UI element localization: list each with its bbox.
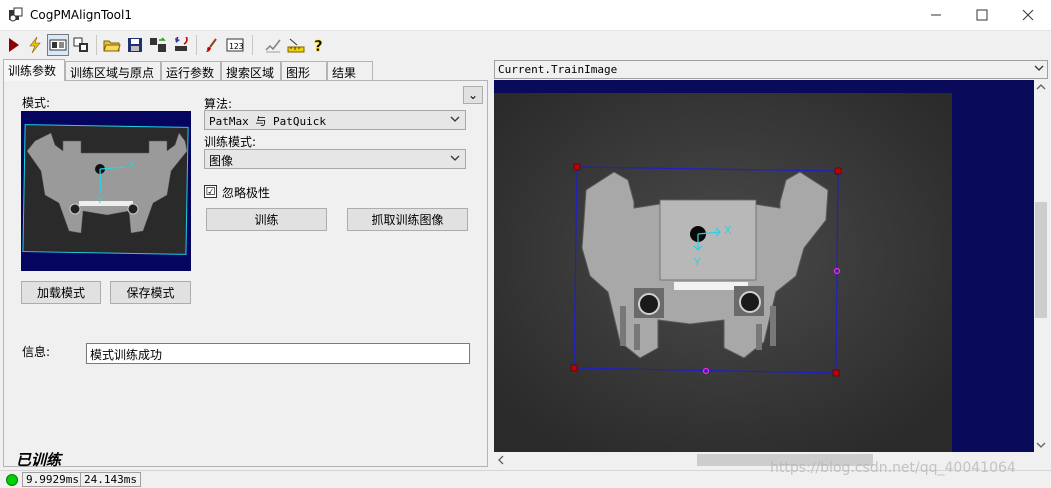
live-display-button[interactable] <box>70 34 92 56</box>
svg-text:?: ? <box>314 37 323 53</box>
chevron-down-icon <box>1036 442 1046 448</box>
region-handle[interactable] <box>570 364 578 372</box>
run-button[interactable] <box>2 34 24 56</box>
grab-train-image-button[interactable]: 抓取训练图像 <box>347 208 468 231</box>
save-button[interactable] <box>124 34 146 56</box>
tab-run-params[interactable]: 运行参数 <box>161 61 221 81</box>
chevron-down-icon <box>450 155 460 161</box>
image-source-value: Current.TrainImage <box>498 63 618 76</box>
chevron-up-icon <box>1036 84 1046 90</box>
watermark: https://blog.csdn.net/qq_40041064 <box>770 460 1016 476</box>
status-ok-icon <box>6 474 18 486</box>
region-handle[interactable] <box>834 167 842 175</box>
total-time: 24.143ms <box>80 472 141 487</box>
numeric-icon: 123 <box>226 38 244 52</box>
vertical-scrollbar[interactable] <box>1034 80 1048 452</box>
region-handle[interactable] <box>832 369 840 377</box>
ruler-icon <box>287 38 305 53</box>
toolbar: 123 ? <box>0 31 1051 58</box>
app-icon <box>9 7 23 22</box>
electric-run-button[interactable] <box>24 34 46 56</box>
image-source-select[interactable]: Current.TrainImage <box>494 60 1048 79</box>
tab-results[interactable]: 结果 <box>327 61 373 81</box>
vertical-scroll-thumb[interactable] <box>1035 202 1047 318</box>
ignore-polarity-label: 忽略极性 <box>222 186 271 200</box>
train-mode-value: 图像 <box>209 154 234 168</box>
electric-run-icon <box>29 37 41 53</box>
pattern-thumbnail: X Y <box>21 111 191 271</box>
maximize-button[interactable] <box>959 0 1005 30</box>
last-run-time: 9.9929ms <box>22 472 83 487</box>
info-field[interactable]: 模式训练成功 <box>86 343 470 364</box>
chevron-down-icon <box>1034 65 1044 71</box>
collapse-button[interactable]: ⌄ <box>463 86 483 104</box>
region-handle[interactable] <box>573 163 581 171</box>
save-icon <box>128 38 142 52</box>
title-bar: CogPMAlignTool1 <box>0 0 1051 31</box>
tool-settings-icon <box>150 37 166 52</box>
tab-search-region[interactable]: 搜索区域 <box>221 61 281 81</box>
load-pattern-button[interactable]: 加载模式 <box>21 281 101 304</box>
x-axis-label: X <box>724 224 732 237</box>
show-image-button[interactable] <box>47 34 69 56</box>
reset-button[interactable] <box>170 34 192 56</box>
maximize-icon <box>976 9 988 21</box>
ignore-polarity-checkbox[interactable]: ☑ <box>204 185 217 198</box>
live-display-icon <box>73 37 88 52</box>
brush-icon <box>206 38 217 52</box>
show-image-icon <box>49 39 67 51</box>
brush-button[interactable] <box>201 34 223 56</box>
minimize-icon <box>931 14 941 16</box>
help-button[interactable]: ? <box>308 34 330 56</box>
algorithm-select[interactable]: PatMax 与 PatQuick <box>204 110 466 130</box>
run-icon <box>9 38 19 52</box>
chevron-left-icon <box>498 455 504 465</box>
tab-train-params[interactable]: 训练参数 <box>3 59 65 81</box>
pattern-label: 模式: <box>22 96 51 110</box>
close-icon <box>1022 9 1034 21</box>
help-icon: ? <box>314 37 323 53</box>
edit-button[interactable] <box>262 34 284 56</box>
tab-graphics[interactable]: 图形 <box>281 61 327 81</box>
reset-icon <box>175 37 188 51</box>
tab-train-region-origin[interactable]: 训练区域与原点 <box>65 61 161 81</box>
chevron-down-icon <box>450 116 460 122</box>
algorithm-value: PatMax 与 PatQuick <box>209 115 326 128</box>
window-title: CogPMAlignTool1 <box>30 8 132 22</box>
tool-settings-button[interactable] <box>147 34 169 56</box>
close-button[interactable] <box>1005 0 1051 30</box>
numeric-button[interactable]: 123 <box>224 34 246 56</box>
svg-text:123: 123 <box>229 42 244 51</box>
save-pattern-button[interactable]: 保存模式 <box>110 281 191 304</box>
open-icon <box>103 40 121 52</box>
image-display[interactable]: X Y <box>494 80 1034 452</box>
trained-status: 已训练 <box>16 451 62 469</box>
edit-icon <box>265 39 281 53</box>
y-axis-label: Y <box>693 256 701 269</box>
minimize-button[interactable] <box>913 0 959 30</box>
train-button[interactable]: 训练 <box>206 208 327 231</box>
info-label: 信息: <box>22 345 51 359</box>
open-button[interactable] <box>101 34 123 56</box>
train-mode-label: 训练模式: <box>204 135 257 149</box>
ruler-button[interactable] <box>285 34 307 56</box>
svg-text:X: X <box>129 161 135 171</box>
train-mode-select[interactable]: 图像 <box>204 149 466 169</box>
svg-text:Y: Y <box>96 196 103 206</box>
